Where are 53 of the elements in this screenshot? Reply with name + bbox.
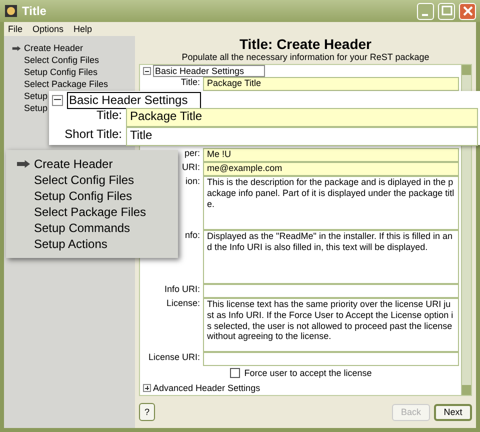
field-label: Info URI:: [163, 284, 201, 296]
sidebar-item[interactable]: Create Header: [8, 42, 135, 54]
input-field[interactable]: me@example.com: [203, 162, 459, 176]
field-label: License URI:: [147, 352, 201, 364]
checkbox-label: Force user to accept the license: [244, 368, 372, 378]
sidebar-item[interactable]: Select Package Files: [8, 78, 135, 90]
field-label: per:: [183, 148, 201, 160]
maximize-button[interactable]: [438, 2, 455, 20]
input-field[interactable]: Me !U: [203, 148, 459, 162]
checkbox[interactable]: [230, 368, 240, 378]
sidebar-item[interactable]: Create Header: [12, 156, 178, 172]
app-icon: [4, 4, 18, 18]
expand-toggle[interactable]: [143, 384, 151, 392]
text-area[interactable]: This license text has the same priority over the license URI just as Info URI. If the Force User to Accept the License option is selected, the user is not allowed to proceed past the license without agreeing to the license.: [203, 298, 459, 352]
menu-item[interactable]: Options: [32, 24, 64, 34]
sidebar-item[interactable]: Setup Actions: [12, 236, 178, 252]
help-button[interactable]: ?: [139, 403, 155, 421]
menu-item[interactable]: File: [8, 24, 23, 34]
field-label: Short Title:: [64, 127, 123, 143]
section-title: Advanced Header Settings: [153, 382, 260, 394]
next-button[interactable]: Next: [434, 404, 472, 420]
input-field[interactable]: [203, 284, 459, 298]
sidebar-item[interactable]: Select Package Files: [12, 204, 178, 220]
maximize-icon: [441, 6, 452, 16]
minimize-icon: [422, 14, 428, 16]
input-field[interactable]: Title: [126, 127, 478, 146]
close-button[interactable]: [459, 2, 476, 20]
collapse-toggle[interactable]: [143, 67, 151, 75]
minimize-button[interactable]: [417, 2, 434, 20]
arrow-icon: [12, 46, 20, 50]
sidebar-item[interactable]: Select Config Files: [12, 172, 178, 188]
menu-item[interactable]: Help: [74, 24, 92, 34]
page-subtitle: Populate all the necessary information for your ReST package: [182, 52, 430, 64]
sidebar-item[interactable]: Setup Config Files: [12, 188, 178, 204]
field-label: Title:: [95, 108, 123, 124]
page-heading: Title: Create Header: [239, 36, 372, 52]
field-label: Title:: [180, 77, 201, 89]
input-field[interactable]: Package Title: [126, 108, 478, 127]
text-area[interactable]: This is the description for the package and is diplayed in the package info panel. Part of it is displayed under the package title.: [203, 176, 459, 230]
close-icon: [462, 6, 472, 16]
text-area[interactable]: Displayed as the "ReadMe" in the installer. If this is filled in and the Info URI is also filled in, this text will be displayed.: [203, 230, 459, 284]
field-label: nfo:: [184, 230, 201, 242]
sidebar-item[interactable]: Setup Config Files: [8, 66, 135, 78]
sidebar-item[interactable]: Select Config Files: [8, 54, 135, 66]
input-field[interactable]: [203, 352, 459, 366]
section-title: Basic Header Settings: [153, 64, 266, 78]
input-field[interactable]: Package Title: [203, 77, 459, 91]
arrow-icon: [16, 160, 30, 168]
collapse-toggle[interactable]: [52, 95, 63, 106]
field-label: License:: [165, 298, 201, 310]
field-label: URI:: [181, 162, 201, 174]
sidebar-item[interactable]: Setup Commands: [12, 220, 178, 236]
window-title: Title: [22, 4, 48, 18]
